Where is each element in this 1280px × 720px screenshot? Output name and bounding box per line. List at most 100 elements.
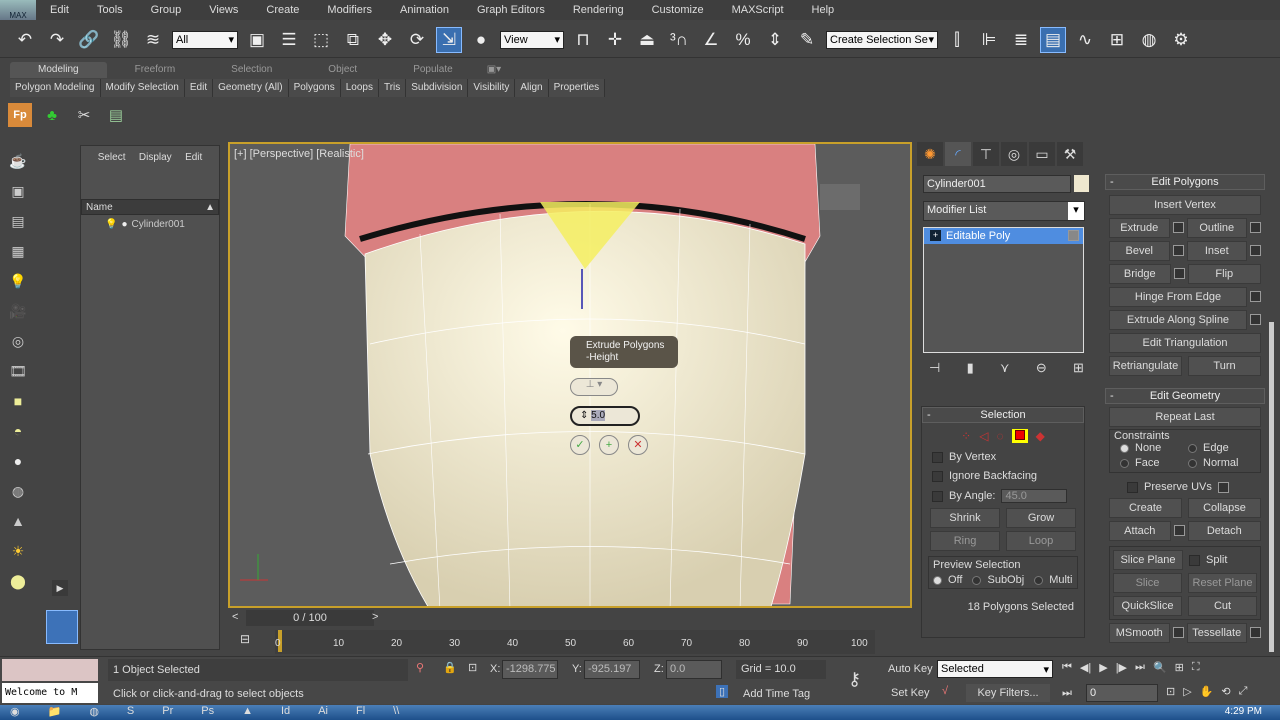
isolate-icon[interactable]: ⚲ xyxy=(416,661,424,674)
pin-stack-icon[interactable]: ⊣ xyxy=(929,360,940,376)
select-object-icon[interactable]: ▣ xyxy=(244,27,270,53)
ribbon-loops[interactable]: Loops xyxy=(341,79,379,97)
apply-plus-icon[interactable]: + xyxy=(599,435,619,455)
manipulate-icon[interactable]: ✛ xyxy=(602,27,628,53)
material-editor-icon[interactable]: ◍ xyxy=(1136,27,1162,53)
explorer-tab-display[interactable]: Display xyxy=(139,152,172,163)
object-name-field[interactable]: Cylinder001 xyxy=(923,175,1071,193)
grow-button[interactable]: Grow xyxy=(1006,508,1076,528)
radio-dot[interactable] xyxy=(1120,458,1129,468)
maxscript-listener-input[interactable]: Welcome to M xyxy=(2,683,98,703)
prev-frame-icon[interactable]: < xyxy=(232,611,238,623)
create-tab-icon[interactable]: ✺ xyxy=(917,142,943,166)
key-mode-toggle-icon[interactable]: ⏭ xyxy=(1062,687,1072,700)
angle-snap-icon[interactable]: ∠ xyxy=(698,27,724,53)
bridge-button[interactable]: Bridge xyxy=(1109,264,1171,284)
perspective-viewport[interactable]: [+] [Perspective] [Realistic] Extrude Po… xyxy=(228,142,912,608)
disc-icon[interactable]: ⬤ xyxy=(7,570,29,592)
render-icon[interactable]: ▣ xyxy=(7,180,29,202)
ribbon-visibility[interactable]: Visibility xyxy=(468,79,516,97)
named-selection-dropdown[interactable]: Create Selection Se ▾ xyxy=(826,30,938,49)
object-color-swatch[interactable] xyxy=(1074,175,1089,192)
turn-button[interactable]: Turn xyxy=(1188,356,1261,376)
menu-rendering[interactable]: Rendering xyxy=(559,4,638,16)
viewport-label[interactable]: [+] [Perspective] [Realistic] xyxy=(234,148,364,160)
toggle-box-icon[interactable] xyxy=(1068,230,1079,241)
next-key-icon[interactable]: |▶︎ xyxy=(1116,661,1127,674)
ribbon-properties[interactable]: Properties xyxy=(549,79,606,97)
collapse-button[interactable]: Collapse xyxy=(1188,498,1261,518)
remove-modifier-icon[interactable]: ⊖ xyxy=(1036,360,1047,376)
sublime-icon[interactable]: S xyxy=(127,705,134,718)
film-icon[interactable]: 🎞 xyxy=(7,360,29,382)
redo-icon[interactable]: ↷ xyxy=(44,27,70,53)
3dsmax-icon[interactable]: ▲ xyxy=(242,705,253,718)
modifier-list-dropdown[interactable]: Modifier List ▾ xyxy=(923,201,1085,221)
light-bulb-icon[interactable]: 💡 xyxy=(105,219,117,230)
viewport-layout-button[interactable] xyxy=(46,610,78,644)
retriangulate-button[interactable]: Retriangulate xyxy=(1109,356,1182,376)
radio-dot[interactable] xyxy=(1034,575,1044,585)
edit-polygons-header[interactable]: - Edit Polygons xyxy=(1105,174,1265,190)
spinner-arrows-icon[interactable]: ⇕ xyxy=(580,410,588,421)
menu-graph-editors[interactable]: Graph Editors xyxy=(463,4,559,16)
x-coord-field[interactable]: -1298.775 xyxy=(502,660,558,679)
cut-button[interactable]: Cut xyxy=(1188,596,1257,616)
key-tangent-icon[interactable]: √ xyxy=(942,685,948,697)
edge-mode-icon[interactable]: ◁ xyxy=(979,429,988,443)
box-icon[interactable]: ■ xyxy=(7,390,29,412)
checkbox-box[interactable] xyxy=(932,490,943,502)
shrink-button[interactable]: Shrink xyxy=(930,508,1000,528)
track-bar[interactable]: 0 10 20 30 40 50 60 70 80 90 100 xyxy=(275,630,875,654)
height-value[interactable]: 5.0 xyxy=(591,410,606,421)
zoom-extents-icon[interactable]: ⛶ xyxy=(1192,661,1200,674)
split-checkbox[interactable]: Split xyxy=(1189,550,1257,570)
sphere-icon[interactable]: ● xyxy=(7,450,29,472)
spinner-snap-icon[interactable]: ⇕ xyxy=(762,27,788,53)
make-unique-icon[interactable]: ⋎ xyxy=(1000,360,1010,376)
fp-icon[interactable]: Fp xyxy=(8,103,32,127)
ribbon-subdivision[interactable]: Subdivision xyxy=(406,79,469,97)
checkbox-box[interactable] xyxy=(1189,554,1200,566)
list-icon[interactable]: ▤ xyxy=(104,103,128,127)
go-to-start-icon[interactable]: ⏮ xyxy=(1062,661,1072,674)
radio-dot[interactable] xyxy=(1188,443,1197,453)
column-header-name[interactable]: Name ▲ xyxy=(81,199,219,215)
extrude-type-dropdown[interactable]: ⊥ ▾ xyxy=(570,378,618,396)
indesign-icon[interactable]: Id xyxy=(281,705,290,718)
attach-button[interactable]: Attach xyxy=(1109,521,1171,541)
extrude-spline-settings-icon[interactable] xyxy=(1250,314,1261,325)
extrude-along-spline-button[interactable]: Extrude Along Spline xyxy=(1109,310,1247,330)
key-mode-dropdown[interactable]: Selected ▾ xyxy=(937,660,1053,678)
cancel-x-icon[interactable]: ✕ xyxy=(628,435,648,455)
ribbon-options-icon[interactable]: ▣▾ xyxy=(481,62,507,78)
ribbon-polygons[interactable]: Polygons xyxy=(289,79,341,97)
menu-animation[interactable]: Animation xyxy=(386,4,463,16)
menu-modifiers[interactable]: Modifiers xyxy=(313,4,386,16)
absolute-mode-icon[interactable]: ⊡ xyxy=(468,661,477,674)
prev-key-icon[interactable]: ◀︎| xyxy=(1080,661,1091,674)
msmooth-button[interactable]: MSmooth xyxy=(1109,623,1170,643)
edit-geometry-header[interactable]: - Edit Geometry xyxy=(1105,388,1265,404)
mirror-icon[interactable]: ⫿ xyxy=(944,27,970,53)
app-logo-button[interactable]: MAX xyxy=(0,0,36,20)
next-frame-icon[interactable]: > xyxy=(372,611,378,623)
add-time-tag-button[interactable]: Add Time Tag xyxy=(743,688,810,700)
preview-multi-radio[interactable]: Multi xyxy=(1034,574,1072,586)
menu-help[interactable]: Help xyxy=(798,4,849,16)
menu-views[interactable]: Views xyxy=(195,4,252,16)
constraint-normal-radio[interactable]: Normal xyxy=(1188,457,1256,469)
stack-item-editable-poly[interactable]: + Editable Poly xyxy=(924,228,1083,244)
z-coord-field[interactable]: 0.0 xyxy=(666,660,722,679)
ring-button[interactable]: Ring xyxy=(930,531,1000,551)
time-slider[interactable]: < 0 / 100 > xyxy=(228,610,912,626)
edit-triangulation-button[interactable]: Edit Triangulation xyxy=(1109,333,1261,353)
illustrator-icon[interactable]: Ai xyxy=(318,705,328,718)
configure-sets-icon[interactable]: ⊞ xyxy=(1073,360,1084,376)
time-tag-icon[interactable]: ▯ xyxy=(716,685,729,698)
percent-snap-icon[interactable]: % xyxy=(730,27,756,53)
outline-button[interactable]: Outline xyxy=(1186,218,1247,238)
ribbon-geometry-all[interactable]: Geometry (All) xyxy=(213,79,289,97)
quickslice-button[interactable]: QuickSlice xyxy=(1113,596,1182,616)
radio-dot[interactable] xyxy=(1188,458,1197,468)
